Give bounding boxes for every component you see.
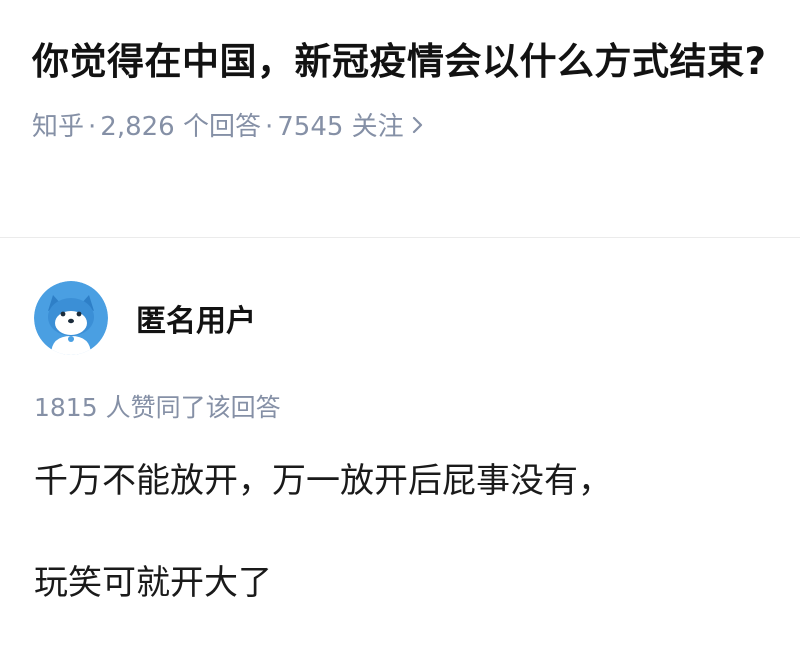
question-meta[interactable]: 知乎 · 2,826 个回答 · 7545 关注 <box>32 112 772 142</box>
follow-count: 7545 关注 <box>277 112 404 142</box>
answer-content[interactable]: 千万不能放开，万一放开后屁事没有， 玩笑可就开大了 <box>34 455 612 609</box>
section-divider <box>0 237 800 238</box>
chevron-right-icon[interactable] <box>412 112 424 142</box>
anonymous-mascot-icon[interactable] <box>34 281 108 355</box>
author-name[interactable]: 匿名用户 <box>136 296 256 340</box>
likes-count: 1815 人赞同了该回答 <box>34 393 281 422</box>
answer-paragraph: 玩笑可就开大了 <box>34 563 272 603</box>
question-title[interactable]: 你觉得在中国，新冠疫情会以什么方式结束? <box>32 34 772 90</box>
answer-count: 2,826 个回答 <box>100 112 261 142</box>
answer-author[interactable]: 匿名用户 <box>34 281 256 355</box>
question-header: 你觉得在中国，新冠疫情会以什么方式结束? 知乎 · 2,826 个回答 · 75… <box>32 34 772 142</box>
source-label: 知乎 <box>32 112 85 142</box>
meta-separator: · <box>264 112 274 142</box>
meta-separator: · <box>88 112 97 142</box>
answer-paragraph: 千万不能放开，万一放开后屁事没有， <box>34 461 612 501</box>
